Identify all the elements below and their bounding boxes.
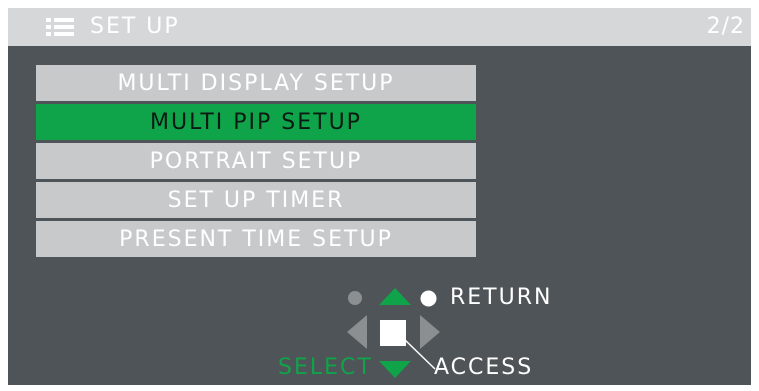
inactive-dot-icon [348, 291, 362, 305]
page-indicator: 2/2 [706, 14, 745, 39]
menu-item-multi-display-setup[interactable]: MULTI DISPLAY SETUP [36, 65, 476, 101]
select-label: SELECT [278, 355, 373, 380]
menu-item-label: MULTI DISPLAY SETUP [117, 70, 395, 96]
menu-item-label: SET UP TIMER [167, 187, 345, 213]
left-arrow-icon[interactable] [347, 315, 367, 349]
up-arrow-icon[interactable] [379, 288, 411, 306]
page-title: SET UP [90, 14, 180, 39]
menu-item-label: PRESENT TIME SETUP [119, 226, 393, 252]
menu-item-multi-pip-setup[interactable]: MULTI PIP SETUP [36, 104, 476, 140]
access-label: ACCESS [434, 355, 534, 380]
menu-item-set-up-timer[interactable]: SET UP TIMER [36, 182, 476, 218]
osd-screen: SET UP 2/2 MULTI DISPLAY SETUP MULTI PIP… [8, 8, 751, 385]
menu-item-label: PORTRAIT SETUP [149, 148, 363, 174]
setup-menu: MULTI DISPLAY SETUP MULTI PIP SETUP PORT… [36, 65, 476, 260]
menu-item-label: MULTI PIP SETUP [150, 109, 362, 135]
menu-item-present-time-setup[interactable]: PRESENT TIME SETUP [36, 221, 476, 257]
return-dot-icon[interactable] [420, 290, 437, 307]
return-label: RETURN [450, 285, 553, 310]
menu-item-portrait-setup[interactable]: PORTRAIT SETUP [36, 143, 476, 179]
title-bar: SET UP 2/2 [8, 8, 751, 46]
menu-list-icon [46, 18, 74, 36]
